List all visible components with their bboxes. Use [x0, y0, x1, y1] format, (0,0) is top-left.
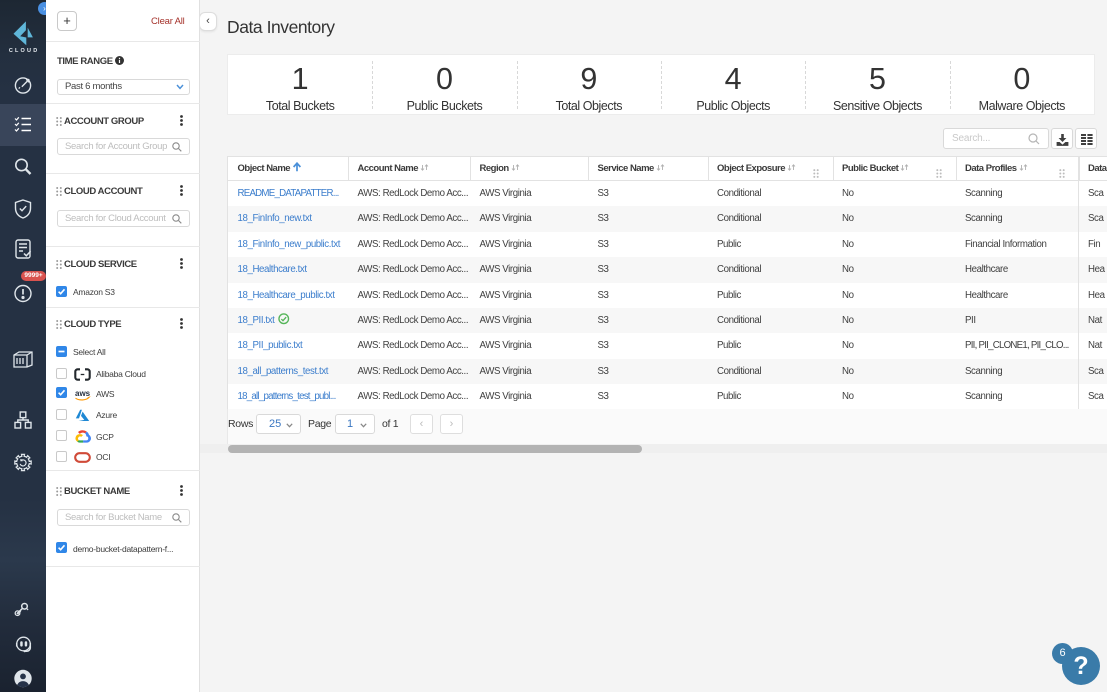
svg-text:aws: aws — [75, 389, 91, 398]
